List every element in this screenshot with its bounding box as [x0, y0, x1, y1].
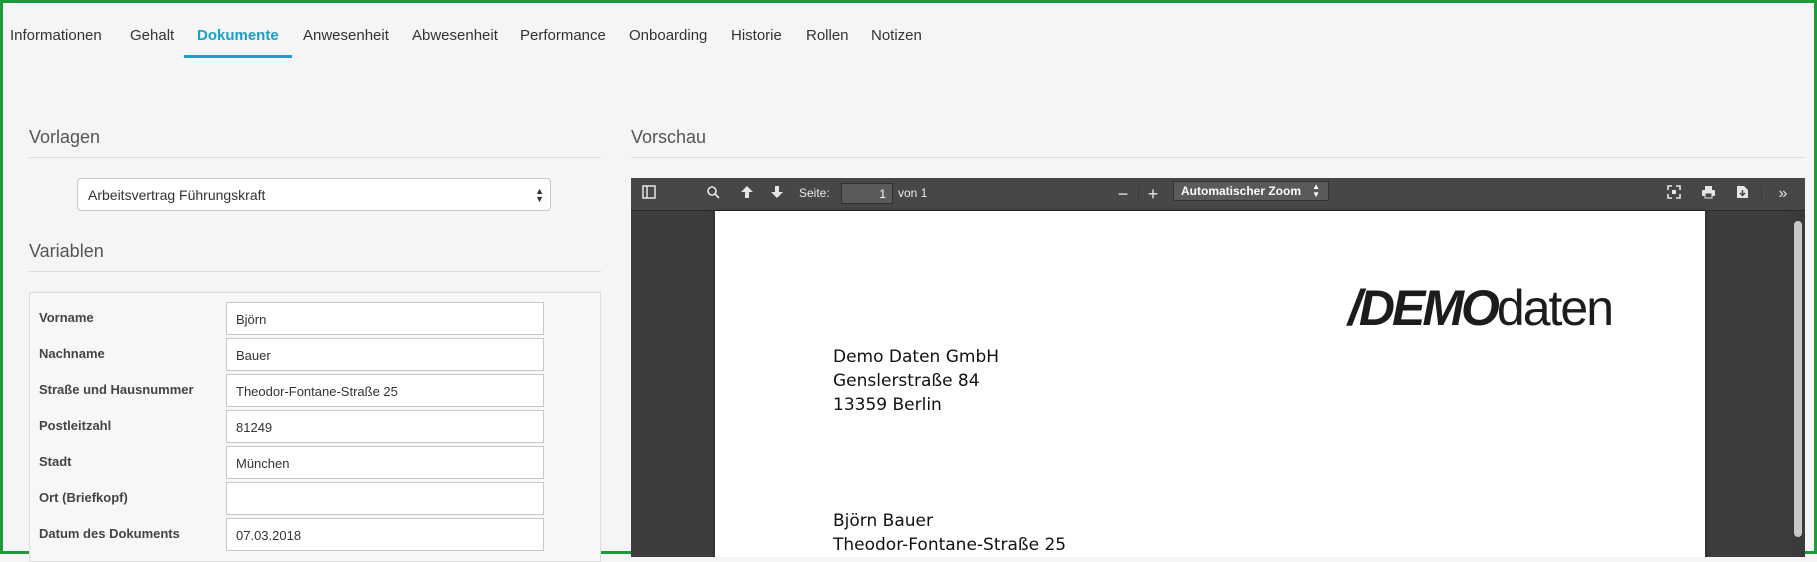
tab-rollen[interactable]: Rollen — [806, 27, 849, 44]
variables-title: Variablen — [29, 241, 104, 261]
templates-title: Vorlagen — [29, 127, 101, 147]
logo-light-text: daten — [1496, 280, 1614, 336]
tab-onboarding[interactable]: Onboarding — [629, 27, 707, 44]
tab-gehalt[interactable]: Gehalt — [130, 27, 174, 44]
download-icon[interactable] — [1732, 184, 1752, 204]
sidebar-toggle-icon[interactable] — [639, 184, 659, 204]
zoom-select[interactable]: Automatischer Zoom ▲ ▼ — [1173, 181, 1329, 201]
tools-icon[interactable]: » — [1773, 184, 1793, 204]
field-label-ort: Ort (Briefkopf) — [39, 490, 128, 505]
field-label-vorname: Vorname — [39, 310, 94, 325]
search-icon[interactable] — [703, 184, 723, 204]
divider — [631, 157, 1805, 158]
previous-page-icon[interactable] — [737, 184, 757, 204]
tab-anwesenheit[interactable]: Anwesenheit — [303, 27, 389, 44]
select-arrows-icon: ▲ ▼ — [535, 186, 544, 204]
sender-line: 13359 Berlin — [833, 395, 942, 415]
tab-historie[interactable]: Historie — [731, 27, 782, 44]
page-label: Seite: — [799, 186, 830, 200]
divider — [29, 271, 601, 272]
pdf-toolbar: Seite: 1 von 1 − + Automatischer Zoom ▲ ▼… — [631, 178, 1805, 210]
next-page-icon[interactable] — [767, 184, 787, 204]
company-logo: /DEMOdaten — [1348, 279, 1614, 337]
toolbar-separator — [1138, 186, 1139, 202]
tab-abwesenheit[interactable]: Abwesenheit — [412, 27, 498, 44]
template-select-value: Arbeitsvertrag Führungskraft — [88, 187, 266, 203]
recipient-line: Theodor-Fontane-Straße 25 — [833, 535, 1067, 555]
viewer-scrollbar[interactable] — [1791, 211, 1805, 557]
tab-bar: Informationen Gehalt Dokumente Anwesenhe… — [3, 3, 1814, 59]
logo-bold-text: /DEMO — [1348, 280, 1500, 336]
field-label-nachname: Nachname — [39, 346, 105, 361]
pdf-viewer: Seite: 1 von 1 − + Automatischer Zoom ▲ ▼… — [631, 178, 1805, 557]
tab-informationen[interactable]: Informationen — [10, 27, 102, 44]
zoom-out-icon[interactable]: − — [1113, 184, 1133, 204]
tab-notizen[interactable]: Notizen — [871, 27, 922, 44]
divider — [29, 157, 601, 158]
sender-line: Demo Daten GmbH — [833, 347, 1000, 367]
select-arrows-icon: ▲ ▼ — [1312, 182, 1320, 199]
vorname-field[interactable]: Björn — [226, 302, 544, 335]
tab-performance[interactable]: Performance — [520, 27, 606, 44]
scroll-thumb[interactable] — [1794, 221, 1802, 537]
postleitzahl-field[interactable]: 81249 — [226, 410, 544, 443]
pdf-page: /DEMOdaten Demo Daten GmbH Genslerstraße… — [715, 211, 1705, 557]
tab-dokumente[interactable]: Dokumente — [197, 27, 279, 44]
preview-title: Vorschau — [631, 127, 707, 147]
page-number-input[interactable]: 1 — [841, 183, 893, 204]
page-total: von 1 — [898, 186, 928, 200]
recipient-line: Björn Bauer — [833, 511, 933, 531]
nachname-field[interactable]: Bauer — [226, 338, 544, 371]
sender-line: Genslerstraße 84 — [833, 371, 980, 391]
stadt-field[interactable]: München — [226, 446, 544, 479]
template-select[interactable]: Arbeitsvertrag Führungskraft ▲ ▼ — [77, 178, 551, 211]
presentation-mode-icon[interactable] — [1664, 184, 1684, 204]
toolbar-separator — [1761, 186, 1762, 202]
strasse-field[interactable]: Theodor-Fontane-Straße 25 — [226, 374, 544, 407]
zoom-select-value: Automatischer Zoom — [1181, 184, 1302, 198]
ort-field[interactable] — [226, 482, 544, 515]
zoom-in-icon[interactable]: + — [1143, 184, 1163, 204]
datum-field[interactable]: 07.03.2018 — [226, 518, 544, 551]
field-label-datum: Datum des Dokuments — [39, 526, 180, 541]
field-label-strasse: Straße und Hausnummer — [39, 382, 194, 397]
field-label-stadt: Stadt — [39, 454, 72, 469]
field-label-postleitzahl: Postleitzahl — [39, 418, 112, 433]
active-tab-indicator — [184, 55, 292, 58]
print-icon[interactable] — [1698, 184, 1718, 204]
